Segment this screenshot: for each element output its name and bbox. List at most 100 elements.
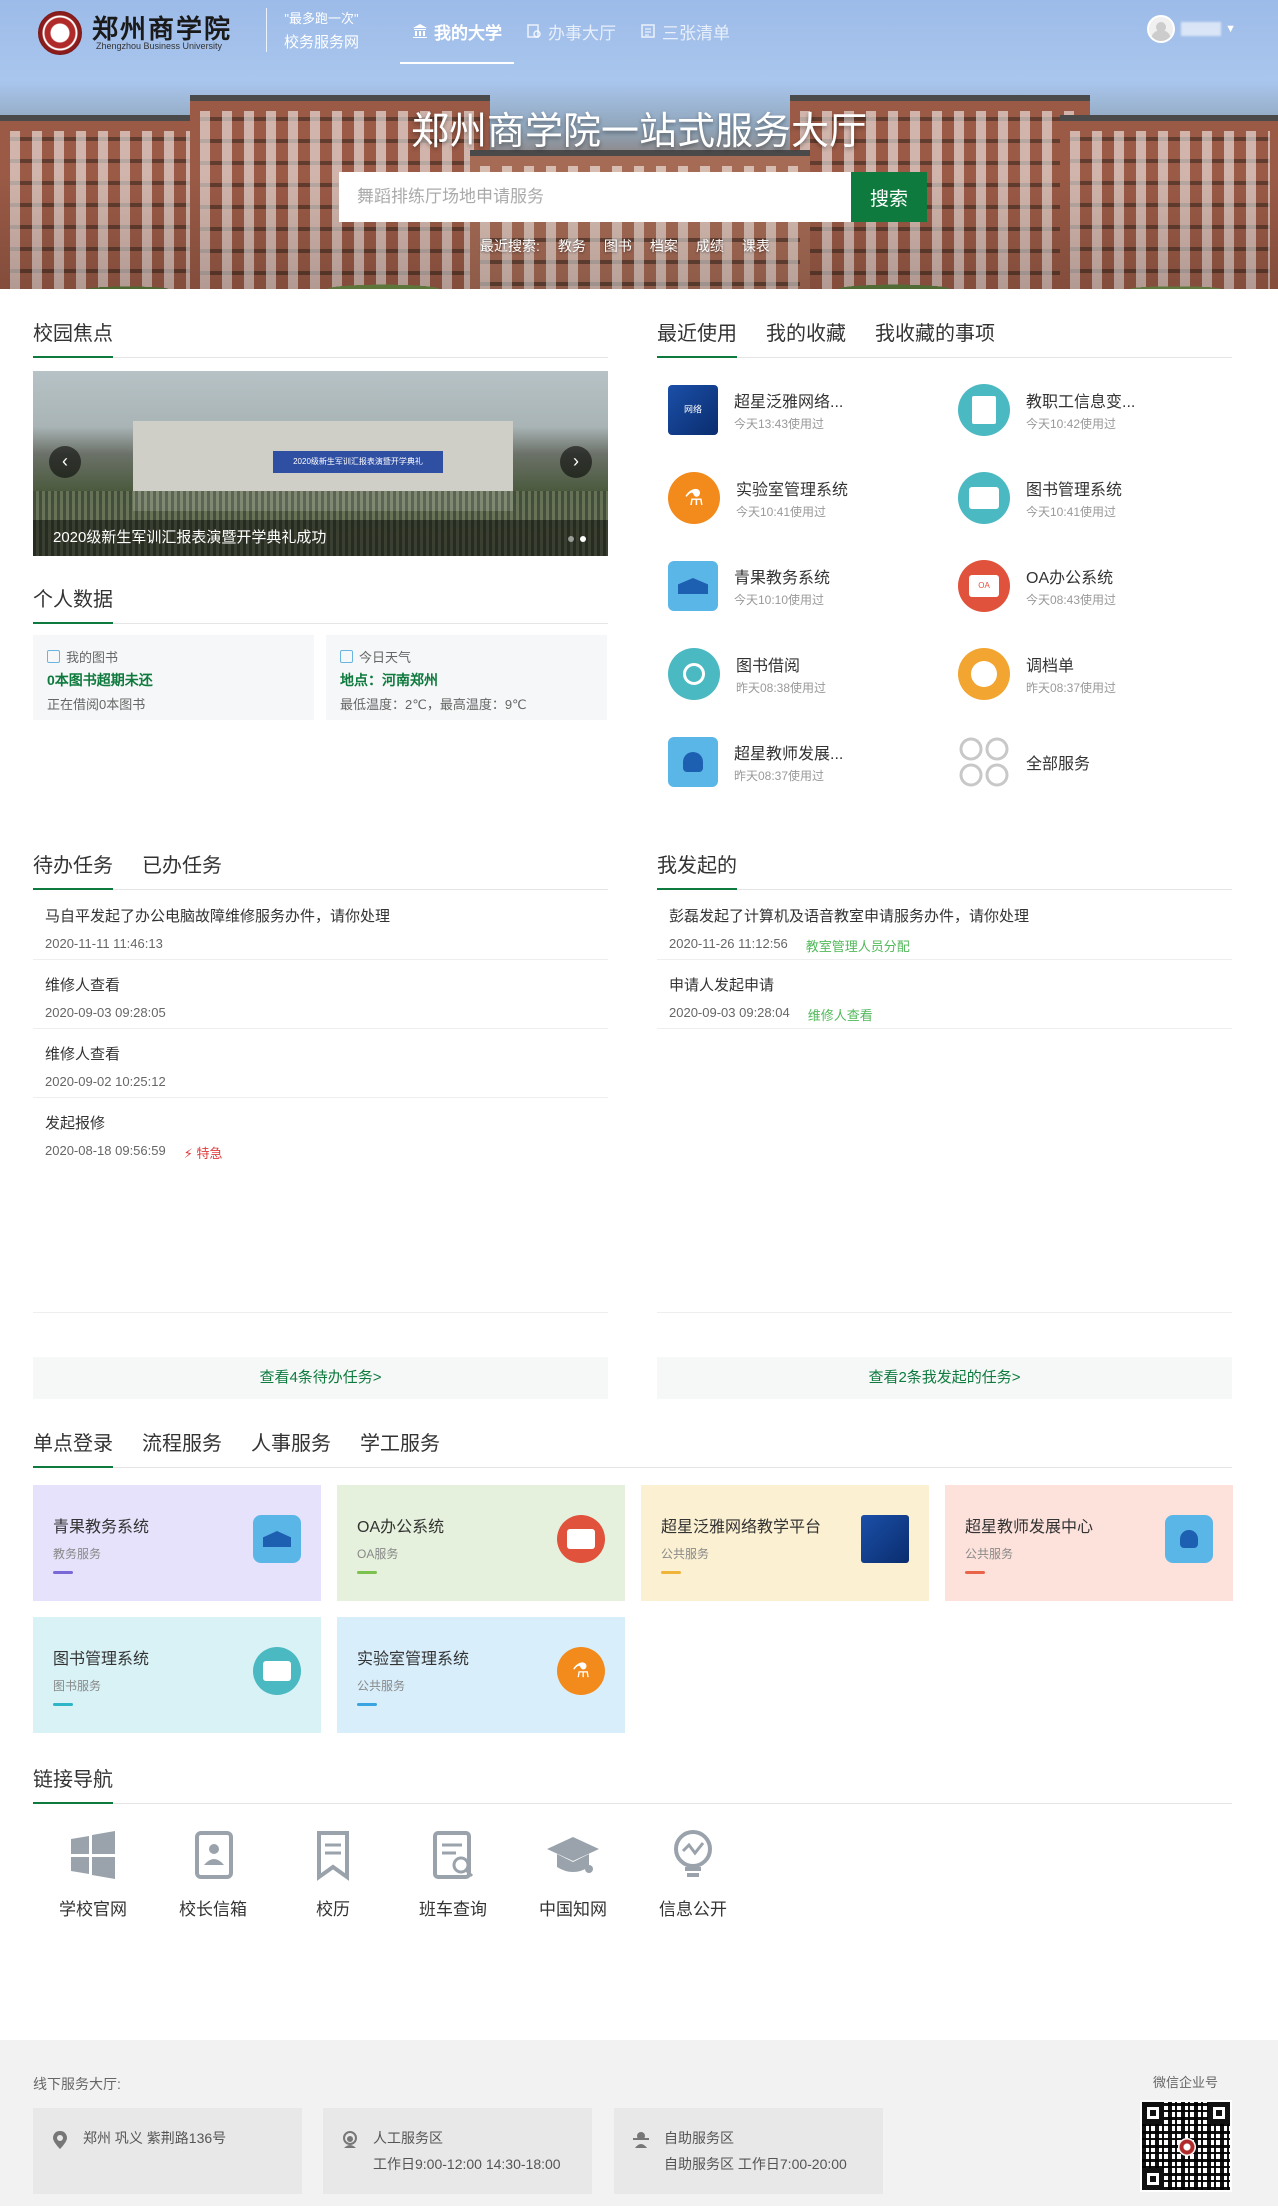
chevron-down-icon[interactable]: ▼ bbox=[1225, 23, 1236, 35]
link-label: 班车查询 bbox=[419, 1900, 487, 1919]
app-book-borrow[interactable]: 图书借阅 昨天08:38使用过 bbox=[668, 644, 928, 704]
sso-card-chaoxing[interactable]: 超星泛雅网络教学平台 公共服务 bbox=[641, 1485, 929, 1601]
search-button[interactable]: 搜索 bbox=[851, 172, 927, 222]
app-lab-management[interactable]: ⚗ 实验室管理系统 今天10:41使用过 bbox=[668, 468, 928, 528]
sso-card-qingguo[interactable]: 青果教务系统 教务服务 bbox=[33, 1485, 321, 1601]
carousel-dot[interactable] bbox=[580, 536, 586, 542]
graduation-cap-icon bbox=[253, 1515, 301, 1563]
teacher-dev-icon bbox=[1165, 1515, 1213, 1563]
tab-my-university[interactable]: 我的大学 bbox=[400, 0, 514, 64]
lightning-icon: ⚡ bbox=[183, 1146, 193, 1161]
link-nav-header: 链接导航 bbox=[33, 1756, 1232, 1804]
address-text: 郑州 巩义 紫荆路136号 bbox=[83, 2130, 227, 2146]
sso-card-teacher-dev[interactable]: 超星教师发展中心 公共服务 bbox=[945, 1485, 1233, 1601]
app-time: 今天10:41使用过 bbox=[736, 505, 827, 519]
app-qingguo-academic[interactable]: 青果教务系统 今天10:10使用过 bbox=[668, 556, 928, 616]
initiated-item[interactable]: 申请人发起申请 2020-09-03 09:28:04 维修人查看 bbox=[657, 960, 1232, 1029]
task-date: 2020-09-03 09:28:04 bbox=[669, 1005, 790, 1020]
app-name: 全部服务 bbox=[1026, 756, 1091, 773]
carousel-caption[interactable]: 2020级新生军训汇报表演暨开学典礼成功 bbox=[33, 520, 608, 556]
link-label: 信息公开 bbox=[659, 1900, 727, 1919]
link-label: 校长信箱 bbox=[179, 1900, 247, 1919]
tab-label: 办事大厅 bbox=[548, 23, 616, 43]
location-pin-icon bbox=[53, 2131, 67, 2149]
view-todo-link[interactable]: 查看4条待办任务> bbox=[33, 1357, 608, 1399]
section-title: 我发起的 bbox=[657, 849, 737, 890]
hero-title: 郑州商学院一站式服务大厅 bbox=[410, 111, 867, 153]
book-search-icon bbox=[958, 472, 1010, 524]
recent-search-term[interactable]: 成绩 bbox=[696, 236, 724, 256]
carousel-next-button[interactable]: › bbox=[560, 446, 592, 478]
task-date: 2020-09-02 10:25:12 bbox=[45, 1074, 166, 1089]
personal-data-header: 个人数据 bbox=[33, 576, 608, 624]
todo-item[interactable]: 维修人查看 2020-09-02 10:25:12 bbox=[33, 1029, 608, 1098]
task-status: 维修人查看 bbox=[807, 1008, 873, 1023]
app-all-services[interactable]: 全部服务 bbox=[958, 732, 1218, 792]
school-logo[interactable]: 郑州商学院 Zhengzhou Business University bbox=[38, 9, 246, 55]
tab-label: 我的大学 bbox=[434, 23, 502, 43]
link-president-mailbox[interactable]: 校长信箱 bbox=[168, 1827, 258, 1920]
tab-sso[interactable]: 单点登录 bbox=[33, 1427, 113, 1468]
view-initiated-link[interactable]: 查看2条我发起的任务> bbox=[657, 1357, 1232, 1399]
tab-three-lists[interactable]: 三张清单 bbox=[628, 0, 742, 62]
top-nav: 郑州商学院 Zhengzhou Business University "最多跑… bbox=[0, 0, 1278, 64]
tab-process[interactable]: 流程服务 bbox=[142, 1427, 222, 1467]
app-name: 图书借阅 bbox=[736, 658, 801, 675]
tab-favorite-items[interactable]: 我收藏的事项 bbox=[875, 317, 995, 357]
task-date: 2020-08-18 09:56:59 bbox=[45, 1143, 166, 1158]
task-title: 马自平发起了办公电脑故障维修服务办件，请你处理 bbox=[45, 908, 391, 925]
recent-search-term[interactable]: 档案 bbox=[650, 236, 678, 256]
link-label: 中国知网 bbox=[539, 1900, 607, 1919]
todo-item[interactable]: 维修人查看 2020-09-03 09:28:05 bbox=[33, 960, 608, 1029]
carousel-dot[interactable] bbox=[568, 536, 574, 542]
tab-hr[interactable]: 人事服务 bbox=[251, 1427, 331, 1467]
app-time: 今天13:43使用过 bbox=[734, 417, 825, 431]
todo-item[interactable]: 发起报修 2020-08-18 09:56:59 ⚡ 特急 bbox=[33, 1098, 608, 1167]
tab-service-hall[interactable]: 办事大厅 bbox=[514, 0, 628, 62]
recent-search-term[interactable]: 教务 bbox=[558, 236, 586, 256]
tab-my-favorites[interactable]: 我的收藏 bbox=[766, 317, 846, 357]
sso-card-oa[interactable]: OA办公系统 OA服务 bbox=[337, 1485, 625, 1601]
tab-todo[interactable]: 待办任务 bbox=[33, 849, 113, 890]
weather-header: 今日天气 bbox=[359, 650, 412, 665]
recent-search-term[interactable]: 课表 bbox=[742, 236, 770, 256]
news-carousel[interactable]: 2020级新生军训汇报表演暨开学典礼 ‹ › 2020级新生军训汇报表演暨开学典… bbox=[33, 371, 608, 556]
tab-done[interactable]: 已办任务 bbox=[142, 849, 222, 889]
academic-cap-icon bbox=[545, 1827, 601, 1883]
sso-card-lab[interactable]: 实验室管理系统 公共服务 ⚗ bbox=[337, 1617, 625, 1733]
initiated-header: 我发起的 bbox=[657, 842, 1232, 890]
library-card[interactable]: 我的图书 0本图书超期未还 正在借阅0本图书 bbox=[33, 635, 314, 720]
link-school-site[interactable]: 学校官网 bbox=[48, 1827, 138, 1920]
recent-search-term[interactable]: 图书 bbox=[604, 236, 632, 256]
app-oa-office[interactable]: OA OA办公系统 今天08:43使用过 bbox=[958, 556, 1218, 616]
tab-label: 三张清单 bbox=[662, 23, 730, 43]
avatar[interactable] bbox=[1147, 15, 1176, 43]
app-name: 实验室管理系统 bbox=[736, 482, 849, 499]
carousel-prev-button[interactable]: ‹ bbox=[49, 446, 81, 478]
app-archive-transfer[interactable]: 调档单 昨天08:37使用过 bbox=[958, 644, 1218, 704]
task-status: 教室管理人员分配 bbox=[805, 939, 910, 954]
slogan-line2: 校务服务网 bbox=[283, 34, 359, 51]
link-bus-query[interactable]: 班车查询 bbox=[408, 1827, 498, 1920]
task-title: 彭磊发起了计算机及语音教室申请服务办件，请你处理 bbox=[669, 908, 1030, 925]
oa-mail-icon: OA bbox=[958, 560, 1010, 612]
manual-service-title: 人工服务区 bbox=[373, 2130, 443, 2146]
initiated-item[interactable]: 彭磊发起了计算机及语音教室申请服务办件，请你处理 2020-11-26 11:1… bbox=[657, 891, 1232, 960]
campus-focus-header: 校园焦点 bbox=[33, 310, 608, 358]
app-time: 今天10:10使用过 bbox=[734, 593, 825, 607]
tab-recent-use[interactable]: 最近使用 bbox=[657, 317, 737, 358]
app-staff-info[interactable]: 教职工信息变... 今天10:42使用过 bbox=[958, 380, 1218, 440]
app-teacher-development[interactable]: 超星教师发展... 昨天08:37使用过 bbox=[668, 732, 928, 792]
todo-item[interactable]: 马自平发起了办公电脑故障维修服务办件，请你处理 2020-11-11 11:46… bbox=[33, 891, 608, 960]
tab-student-affairs[interactable]: 学工服务 bbox=[360, 1427, 440, 1467]
app-chaoxing-platform[interactable]: 网络 超星泛雅网络... 今天13:43使用过 bbox=[668, 380, 928, 440]
sso-card-library[interactable]: 图书管理系统 图书服务 bbox=[33, 1617, 321, 1733]
weather-location: 地点：河南郑州 bbox=[340, 672, 438, 688]
link-info-disclosure[interactable]: 信息公开 bbox=[648, 1827, 738, 1920]
link-calendar[interactable]: 校历 bbox=[288, 1827, 378, 1920]
link-cnki[interactable]: 中国知网 bbox=[528, 1827, 618, 1920]
hall-icon bbox=[527, 24, 541, 38]
search-input[interactable] bbox=[339, 172, 851, 222]
user-menu[interactable]: ▼ bbox=[1147, 15, 1236, 43]
app-library-management[interactable]: 图书管理系统 今天10:41使用过 bbox=[958, 468, 1218, 528]
